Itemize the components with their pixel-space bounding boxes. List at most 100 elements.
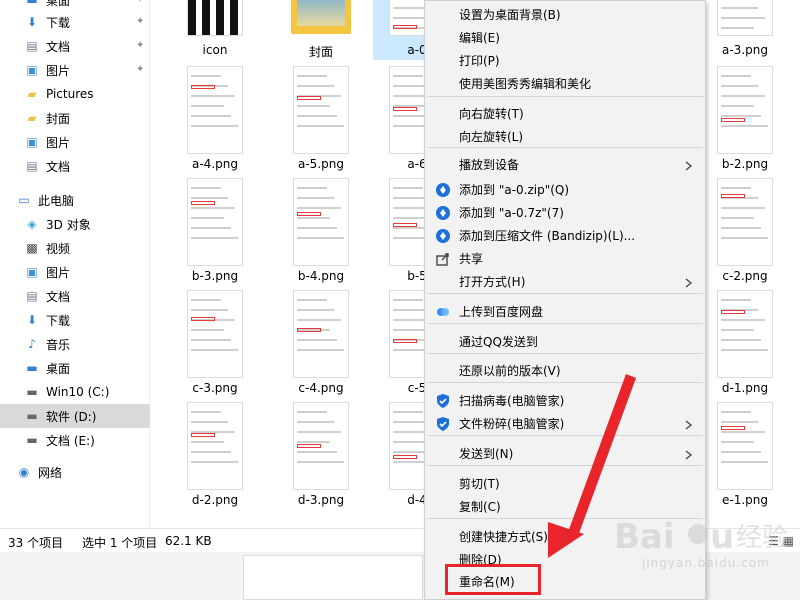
menu-item-label: 上传到百度网盘 bbox=[459, 305, 544, 319]
desktop-icon: ▬ bbox=[26, 0, 38, 7]
selection-size: 62.1 KB bbox=[165, 534, 212, 548]
menu-item-label: 文件粉碎(电脑管家) bbox=[459, 417, 565, 431]
menu-item-label: 添加到 "a-0.7z"(7) bbox=[459, 206, 564, 220]
file-item[interactable]: b-3.png bbox=[171, 174, 259, 286]
file-item[interactable]: c-3.png bbox=[171, 286, 259, 398]
sidebar-item[interactable]: ▣ 图片 bbox=[0, 260, 150, 284]
menu-item[interactable]: 还原以前的版本(V) bbox=[425, 359, 705, 382]
file-item[interactable]: b-2.png bbox=[701, 62, 789, 174]
sidebar-item-label: 桌面 bbox=[46, 361, 71, 376]
image-thumbnail bbox=[187, 402, 243, 490]
file-name: c-4.png bbox=[298, 381, 344, 395]
sidebar-item-label: 文档 bbox=[46, 289, 71, 304]
menu-item[interactable]: 添加到 "a-0.7z"(7) bbox=[425, 201, 705, 224]
pin-icon: ✦ bbox=[136, 40, 145, 51]
pictures-icon: ▣ bbox=[26, 63, 38, 77]
sidebar-item[interactable]: ▣ 图片 ✦ bbox=[0, 58, 150, 82]
sidebar-item[interactable]: ▤ 文档 ✦ bbox=[0, 34, 150, 58]
file-item[interactable]: a-4.png bbox=[171, 62, 259, 174]
menu-item[interactable]: 使用美图秀秀编辑和美化 bbox=[425, 72, 705, 95]
sidebar-item-label: 视频 bbox=[46, 241, 71, 256]
menu-item[interactable]: 扫描病毒(电脑管家) bbox=[425, 389, 705, 412]
sidebar-item[interactable]: ⬇ 下载 ✦ bbox=[0, 10, 150, 34]
chevron-right-icon bbox=[685, 419, 693, 430]
sidebar-item[interactable]: ▬ Win10 (C:) bbox=[0, 380, 150, 404]
file-name: d-3.png bbox=[297, 493, 345, 507]
file-item[interactable]: e-1.png bbox=[701, 398, 789, 510]
sidebar-item[interactable]: ◉ 网络 bbox=[0, 460, 150, 484]
sidebar-item-label: 图片 bbox=[46, 265, 71, 280]
menu-separator bbox=[427, 382, 703, 383]
menu-item-label: 向左旋转(L) bbox=[459, 130, 524, 144]
sidebar-item[interactable]: ⬇ 下载 bbox=[0, 308, 150, 332]
menu-separator bbox=[427, 465, 703, 466]
menu-item[interactable]: 剪切(T) bbox=[425, 472, 705, 495]
menu-item-label: 还原以前的版本(V) bbox=[459, 364, 561, 378]
menu-item[interactable]: 编辑(E) bbox=[425, 26, 705, 49]
folder-icon: ▰ bbox=[27, 87, 37, 101]
file-name: b-4.png bbox=[297, 269, 345, 283]
sidebar-item[interactable]: ▰ 封面 bbox=[0, 106, 150, 130]
documents-icon: ▤ bbox=[26, 289, 38, 303]
file-item[interactable]: d-3.png bbox=[277, 398, 365, 510]
sidebar-item-label: 软件 (D:) bbox=[46, 409, 97, 424]
image-thumbnail bbox=[717, 402, 773, 490]
sidebar-item[interactable]: ◈ 3D 对象 bbox=[0, 212, 150, 236]
file-item[interactable]: icon bbox=[171, 0, 259, 60]
file-item[interactable]: d-2.png bbox=[171, 398, 259, 510]
pictures-icon: ▣ bbox=[26, 135, 38, 149]
sidebar-item-label: 文档 bbox=[46, 159, 71, 174]
file-item[interactable]: a-3.png bbox=[701, 0, 789, 60]
menu-item[interactable]: 添加到压缩文件 (Bandizip)(L)... bbox=[425, 224, 705, 247]
pin-icon: ✦ bbox=[136, 0, 146, 5]
desktop-icon: ▬ bbox=[26, 361, 38, 375]
file-item[interactable]: c-2.png bbox=[701, 174, 789, 286]
menu-item[interactable]: 文件粉碎(电脑管家) bbox=[425, 412, 705, 435]
image-thumbnail bbox=[293, 178, 349, 266]
image-thumbnail bbox=[717, 0, 773, 36]
sidebar-item[interactable]: ▩ 视频 bbox=[0, 236, 150, 260]
file-item[interactable]: 封面 bbox=[277, 0, 365, 60]
file-name: b-3.png bbox=[191, 269, 239, 283]
menu-item-label: 扫描病毒(电脑管家) bbox=[459, 394, 565, 408]
bandizip-icon bbox=[435, 228, 451, 244]
sidebar-item[interactable]: ▤ 文档 bbox=[0, 284, 150, 308]
menu-item[interactable]: 通过QQ发送到 bbox=[425, 330, 705, 353]
file-item[interactable]: a-5.png bbox=[277, 62, 365, 174]
sidebar-item[interactable]: ▬ 文档 (E:) bbox=[0, 428, 150, 452]
sidebar-item-label: 图片 bbox=[46, 63, 71, 78]
menu-item[interactable]: 上传到百度网盘 bbox=[425, 300, 705, 323]
sidebar-item[interactable]: ▤ 文档 bbox=[0, 154, 150, 178]
menu-item[interactable]: 向左旋转(L) bbox=[425, 125, 705, 148]
menu-item[interactable]: 打印(P) bbox=[425, 49, 705, 72]
sidebar-item-label: 3D 对象 bbox=[46, 217, 91, 232]
menu-item[interactable]: 向右旋转(T) bbox=[425, 102, 705, 125]
menu-item[interactable]: 播放到设备 bbox=[425, 153, 705, 176]
menu-item[interactable]: 添加到 "a-0.zip"(Q) bbox=[425, 178, 705, 201]
image-thumbnail bbox=[187, 178, 243, 266]
sidebar-item[interactable]: ▭ 此电脑 bbox=[0, 188, 150, 212]
menu-item[interactable]: 打开方式(H) bbox=[425, 270, 705, 293]
drive-icon: ▬ bbox=[26, 385, 38, 399]
pin-icon: ✦ bbox=[136, 16, 145, 27]
sidebar-item-label: 音乐 bbox=[46, 337, 71, 352]
menu-item-label: 编辑(E) bbox=[459, 31, 500, 45]
menu-item[interactable]: 发送到(N) bbox=[425, 442, 705, 465]
sidebar-item[interactable]: ▬ 软件 (D:) bbox=[0, 404, 150, 428]
sidebar-item-label: 文档 bbox=[46, 39, 71, 54]
image-thumbnail bbox=[717, 178, 773, 266]
image-thumbnail bbox=[293, 402, 349, 490]
svg-text:经验: 经验 bbox=[736, 523, 788, 553]
menu-item[interactable]: 设置为桌面背景(B) bbox=[425, 3, 705, 26]
sidebar-item-label: Pictures bbox=[46, 87, 94, 101]
drive-icon: ▬ bbox=[26, 409, 38, 423]
menu-item[interactable]: 共享 bbox=[425, 247, 705, 270]
file-item[interactable]: d-1.png bbox=[701, 286, 789, 398]
sidebar-item[interactable]: ▣ 图片 bbox=[0, 130, 150, 154]
sidebar-item[interactable]: ♪ 音乐 bbox=[0, 332, 150, 356]
sidebar-item[interactable]: ▬ 桌面 bbox=[0, 356, 150, 380]
file-item[interactable]: c-4.png bbox=[277, 286, 365, 398]
file-item[interactable]: b-4.png bbox=[277, 174, 365, 286]
sidebar-item[interactable]: ▰ Pictures bbox=[0, 82, 150, 106]
image-thumbnail bbox=[293, 66, 349, 154]
